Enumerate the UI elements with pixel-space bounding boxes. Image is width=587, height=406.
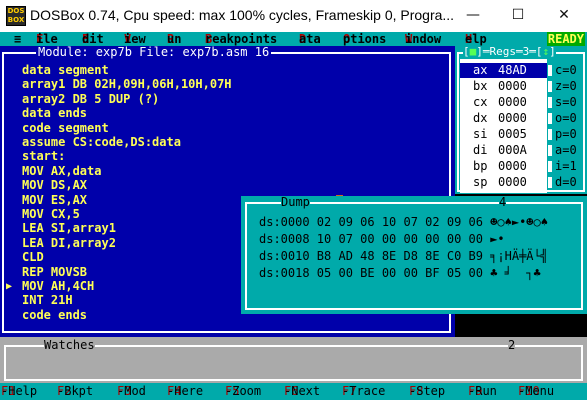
register-row-sp[interactable]: sp 0000 [460, 175, 547, 190]
code-line[interactable]: LEA SI,array1 [22, 221, 116, 235]
watches-window-title: Watches [44, 338, 95, 352]
code-line[interactable]: data ends [22, 106, 87, 120]
window-titlebar: DOS BOX DOSBox 0.74, Cpu speed: max 100%… [0, 0, 587, 33]
code-line[interactable]: start: [22, 149, 65, 163]
dump-window-title: Dump [281, 195, 310, 209]
code-line[interactable]: code ends [22, 308, 87, 322]
watches-window[interactable]: Watches 2 [0, 337, 587, 383]
flag-overflow[interactable]: o=0 [547, 111, 585, 126]
register-row-si[interactable]: si 0005 [460, 127, 547, 142]
flag-zero[interactable]: z=0 [547, 79, 585, 94]
dump-row[interactable]: ds:0010 B8 AD 48 8E D8 8E C0 B9 ╕¡HÄ╪Ä└╣ [259, 248, 548, 264]
window-title: DOSBox 0.74, Cpu speed: max 100% cycles,… [30, 7, 455, 23]
code-line[interactable]: MOV ES,AX [22, 193, 87, 207]
function-key-bar: F1 -Help F2 -Bkpt F3 -Mod F4 -Here F5 -Zoom F… [0, 383, 587, 400]
code-line[interactable]: MOV DS,AX [22, 178, 87, 192]
code-line[interactable]: LEA DI,array2 [22, 236, 116, 250]
register-row-cx[interactable]: cx 0000 [460, 95, 547, 110]
dump-row[interactable]: ds:0018 05 00 BE 00 00 BF 05 00 ♣ ╛ ┐♣ [259, 265, 548, 281]
dump-row[interactable]: ds:0008 10 07 00 00 00 00 00 00 ►• [259, 231, 548, 247]
flag-interrupt[interactable]: i=1 [547, 159, 585, 174]
minimize-button[interactable]: — [450, 0, 496, 32]
dump-window[interactable]: Dump 4 ds:0000 02 09 06 10 07 02 09 06 ☻… [241, 196, 587, 314]
flag-list: c=0 z=0 s=0 o=0 p=0 a=0 i=1 d=0 [547, 59, 585, 193]
window-bottom-edge [0, 400, 587, 406]
close-icon: ✕ [558, 7, 570, 23]
dump-row[interactable]: ds:0000 02 09 06 10 07 02 09 06 ☻○♠►•☻○♠ [259, 214, 548, 230]
register-row-bp[interactable]: bp 0000 [460, 159, 547, 174]
register-row-ax[interactable]: ax 48AD [460, 63, 547, 78]
flag-parity[interactable]: p=0 [547, 127, 585, 142]
registers-window-title: [■]═Regs═3═[↕] [463, 45, 556, 58]
flag-sign[interactable]: s=0 [547, 95, 585, 110]
status-badge: READY [546, 32, 585, 46]
close-button[interactable]: ✕ [541, 0, 587, 32]
system-menu-icon[interactable]: ≡ [14, 32, 21, 46]
flag-direction[interactable]: d=0 [547, 175, 585, 190]
code-line[interactable]: array1 DB 02H,09H,06H,10H,07H [22, 77, 232, 91]
registers-window[interactable]: [■]═Regs═3═[↕] ax 48AD bx 0000 cx 0000 dx 00… [455, 46, 587, 194]
register-row-dx[interactable]: dx 0000 [460, 111, 547, 126]
register-list: ax 48AD bx 0000 cx 0000 dx 0000 si 0005 di 000… [460, 59, 547, 193]
flag-carry[interactable]: c=0 [547, 63, 585, 78]
dos-screen: ≡ File Edit View Run Breakpoints Data Op… [0, 32, 587, 400]
dump-window-number: 4 [499, 195, 507, 209]
watches-window-number: 2 [508, 338, 516, 352]
maximize-button[interactable]: ☐ [495, 0, 541, 32]
code-line[interactable]: CLD [22, 250, 44, 264]
code-line-current[interactable]: MOV AH,4CH [22, 279, 94, 293]
code-line[interactable]: assume CS:code,DS:data [22, 135, 181, 149]
code-line[interactable]: INT 21H [22, 293, 73, 307]
code-line[interactable]: MOV AX,data [22, 164, 101, 178]
minimize-icon: — [466, 7, 480, 23]
code-line[interactable]: data segment [22, 63, 109, 77]
module-window-title: Module: exp7b File: exp7b.asm 16 [36, 45, 272, 59]
code-line[interactable]: MOV CX,5 [22, 207, 80, 221]
menu-bar: ≡ File Edit View Run Breakpoints Data Op… [0, 32, 587, 46]
code-line[interactable]: code segment [22, 121, 109, 135]
current-line-arrow-icon: ▶ [6, 281, 13, 292]
register-row-bx[interactable]: bx 0000 [460, 79, 547, 94]
code-line[interactable]: REP MOVSB [22, 265, 87, 279]
dosbox-app-icon[interactable]: DOS BOX [6, 6, 26, 26]
maximize-icon: ☐ [511, 7, 525, 23]
register-row-di[interactable]: di 000A [460, 143, 547, 158]
flag-auxiliary[interactable]: a=0 [547, 143, 585, 158]
code-line[interactable]: array2 DB 5 DUP (?) [22, 92, 159, 106]
